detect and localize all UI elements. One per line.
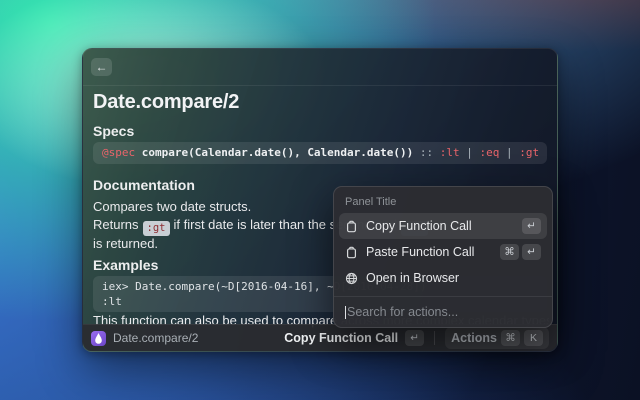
actions-button[interactable]: Actions ⌘ K bbox=[445, 327, 549, 349]
window-header: ← bbox=[83, 49, 557, 86]
k-key-badge: K bbox=[524, 330, 543, 346]
documentation-heading: Documentation bbox=[93, 177, 195, 193]
return-key-badge: ↵ bbox=[405, 330, 424, 346]
spec-token: @spec bbox=[102, 146, 142, 159]
text-caret bbox=[345, 306, 346, 319]
examples-heading: Examples bbox=[93, 257, 158, 273]
spec-code-block: @spec compare(Calendar.date(), Calendar.… bbox=[93, 142, 547, 164]
actions-search-input[interactable]: Search for actions... bbox=[334, 297, 552, 327]
page-title: Date.compare/2 bbox=[93, 91, 239, 114]
clipboard-icon bbox=[345, 220, 358, 233]
primary-action-button[interactable]: Copy Function Call bbox=[284, 331, 398, 345]
globe-icon bbox=[345, 272, 358, 285]
spec-token: :lt bbox=[440, 146, 460, 159]
popup-title: Panel Title bbox=[334, 192, 552, 213]
actions-popup-panel: Panel Title Copy Function Call ↵ Paste F… bbox=[333, 186, 553, 328]
popup-item-keys: ⌘ ↵ bbox=[500, 244, 541, 260]
spec-token: :eq bbox=[480, 146, 500, 159]
actions-label: Actions bbox=[451, 331, 497, 345]
back-button[interactable]: ← bbox=[91, 58, 112, 76]
popup-item-label: Open in Browser bbox=[366, 271, 459, 285]
spec-token: | bbox=[460, 146, 480, 159]
clipboard-icon bbox=[345, 246, 358, 259]
spec-token: :: bbox=[413, 146, 440, 159]
footer-context-label: Date.compare/2 bbox=[113, 331, 198, 345]
spec-token: | bbox=[499, 146, 519, 159]
spec-token: compare(Calendar.date(), Calendar.date()… bbox=[142, 146, 414, 159]
doc-text: Returns bbox=[93, 217, 139, 232]
footer-divider bbox=[434, 331, 435, 345]
spec-token: :gt bbox=[519, 146, 539, 159]
return-key-badge: ↵ bbox=[522, 244, 541, 260]
return-key-badge: ↵ bbox=[522, 218, 541, 234]
inline-code-gt: :gt bbox=[143, 221, 170, 236]
specs-heading: Specs bbox=[93, 123, 134, 139]
popup-item-copy-function-call[interactable]: Copy Function Call ↵ bbox=[339, 213, 547, 239]
command-key-badge: ⌘ bbox=[500, 244, 519, 260]
back-arrow-icon: ← bbox=[96, 60, 108, 74]
popup-item-label: Paste Function Call bbox=[366, 245, 474, 259]
popup-item-open-in-browser[interactable]: Open in Browser bbox=[339, 265, 547, 291]
footer-bar: Date.compare/2 Copy Function Call ↵ Acti… bbox=[83, 324, 557, 351]
popup-item-label: Copy Function Call bbox=[366, 219, 472, 233]
popup-item-paste-function-call[interactable]: Paste Function Call ⌘ ↵ bbox=[339, 239, 547, 265]
command-key-badge: ⌘ bbox=[501, 330, 520, 346]
popup-item-keys: ↵ bbox=[522, 218, 541, 234]
search-placeholder: Search for actions... bbox=[347, 305, 458, 319]
elixir-drop-icon bbox=[91, 331, 106, 346]
